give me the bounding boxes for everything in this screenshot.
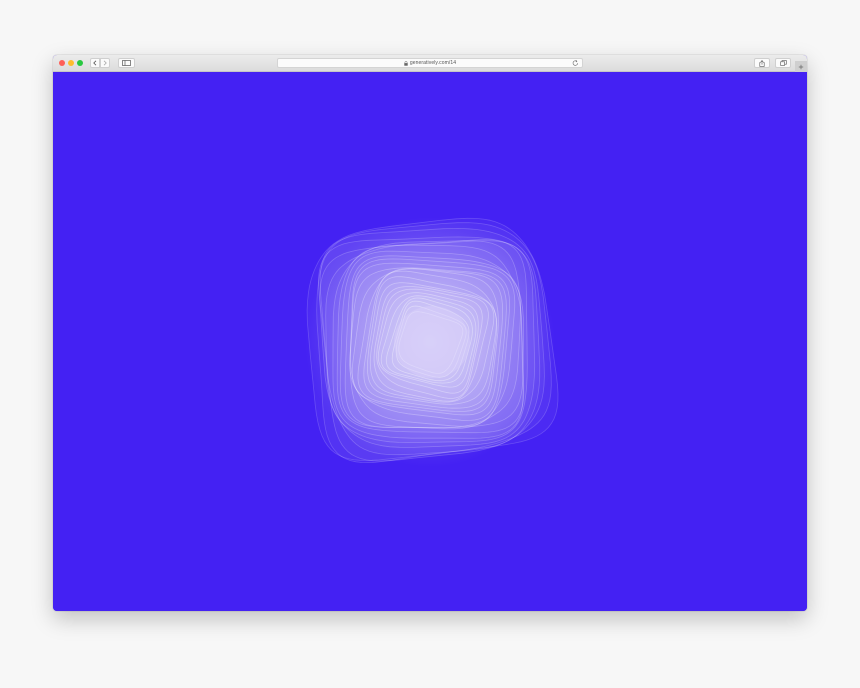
artwork-core <box>394 306 470 378</box>
plus-icon <box>798 64 804 69</box>
share-icon <box>759 59 765 67</box>
url-display: generatively.com/14 <box>278 59 582 67</box>
page-content <box>53 72 807 611</box>
sidebar-toggle-button[interactable] <box>118 58 135 68</box>
minimize-window-button[interactable] <box>68 60 74 66</box>
tabs-overview-icon <box>779 60 787 66</box>
forward-button[interactable] <box>100 58 110 68</box>
close-window-button[interactable] <box>59 60 65 66</box>
chevron-left-icon <box>93 60 97 66</box>
lock-icon <box>404 60 408 66</box>
browser-toolbar: generatively.com/14 <box>53 55 807 72</box>
new-tab-button[interactable] <box>795 61 807 72</box>
reload-icon[interactable] <box>572 59 579 67</box>
maximize-window-button[interactable] <box>77 60 83 66</box>
share-button[interactable] <box>754 58 770 68</box>
address-bar[interactable]: generatively.com/14 <box>277 58 583 68</box>
sidebar-icon <box>122 60 131 66</box>
artwork-blob-layers <box>305 217 559 467</box>
chevron-right-icon <box>103 60 107 66</box>
tabs-overview-button[interactable] <box>775 58 791 68</box>
browser-window: generatively.com/14 <box>53 55 807 611</box>
back-button[interactable] <box>90 58 100 68</box>
generative-artwork <box>305 217 559 467</box>
url-text: generatively.com/14 <box>409 60 457 66</box>
